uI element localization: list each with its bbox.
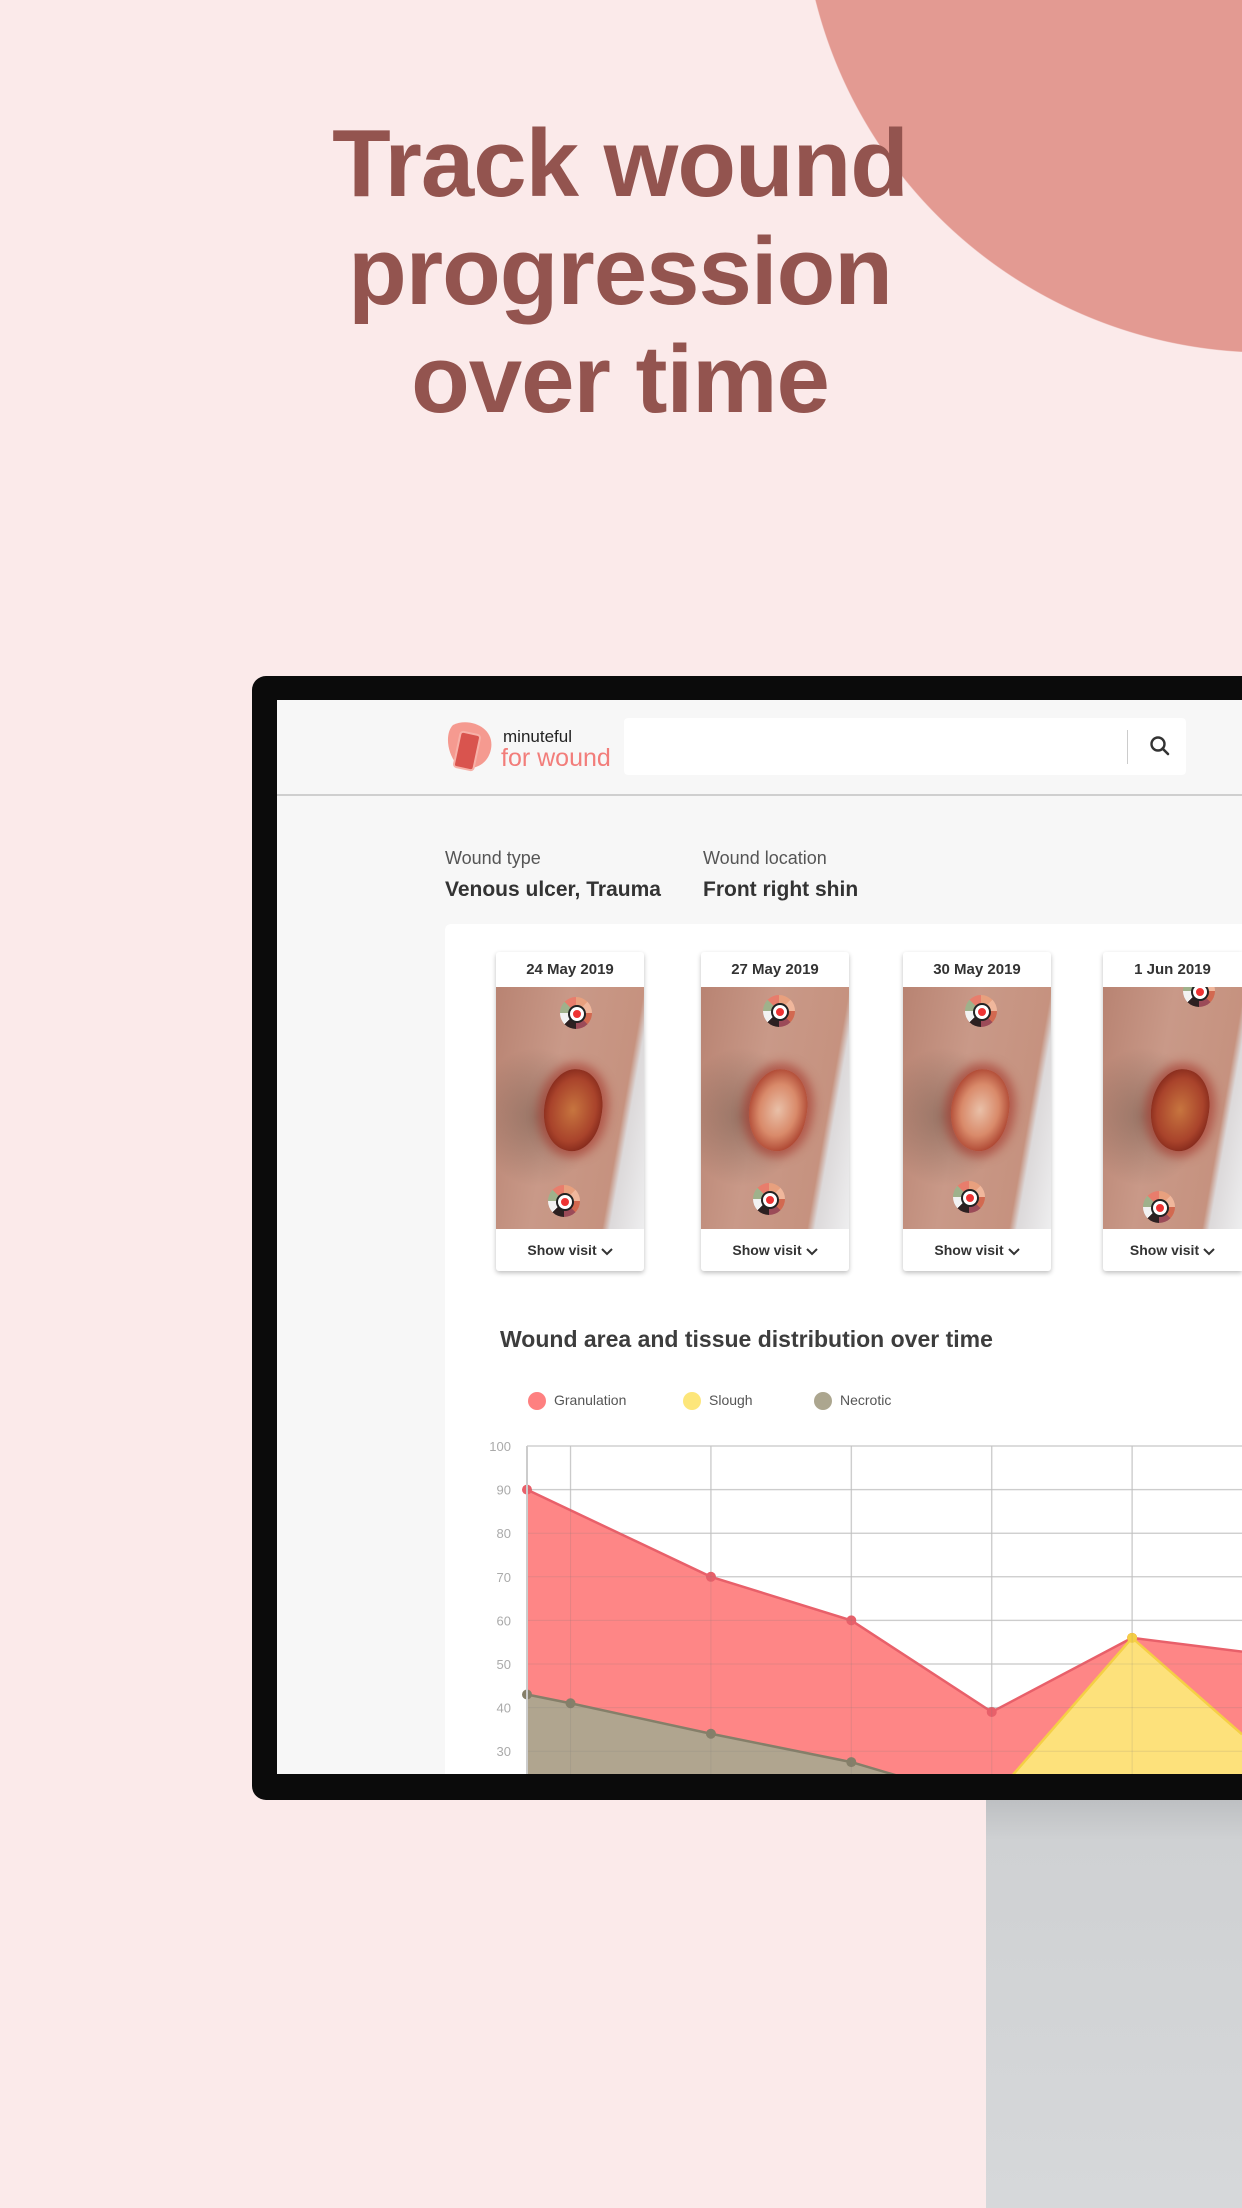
y-tick-label: 80: [497, 1526, 511, 1541]
area-chart: 100 90 80 70 60 50 40 30: [489, 1439, 1242, 1774]
y-tick-label: 50: [497, 1657, 511, 1672]
y-tick-label: 40: [497, 1701, 511, 1716]
headline-line: progression: [348, 218, 893, 325]
y-tick-label: 30: [497, 1744, 511, 1759]
y-tick-label: 60: [497, 1613, 511, 1628]
monitor-stand: [986, 1790, 1242, 2208]
headline: Track wound progression over time: [220, 110, 1020, 434]
headline-line: over time: [411, 326, 830, 433]
y-tick-label: 100: [489, 1439, 511, 1454]
y-tick-label: 70: [497, 1570, 511, 1585]
y-tick-label: 90: [497, 1483, 511, 1498]
headline-line: Track wound: [332, 110, 909, 217]
monitor-screen: minuteful for wound Wound type Venous ul…: [277, 700, 1242, 1774]
